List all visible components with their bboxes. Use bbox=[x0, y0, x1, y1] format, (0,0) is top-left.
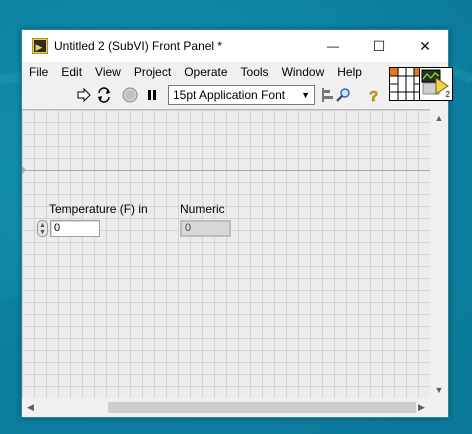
increment-decrement-button[interactable]: ▲ ▼ bbox=[37, 220, 48, 237]
menu-edit[interactable]: Edit bbox=[54, 62, 88, 82]
svg-text:?: ? bbox=[369, 88, 378, 103]
menu-project[interactable]: Project bbox=[127, 62, 177, 82]
pause-button[interactable] bbox=[144, 87, 160, 103]
numeric-indicator: 0 bbox=[180, 220, 231, 237]
temperature-numeric-control[interactable]: 0 bbox=[50, 220, 100, 237]
increment-arrow-icon: ▲ bbox=[39, 222, 46, 229]
run-button[interactable] bbox=[76, 87, 92, 103]
context-help-icon: ? bbox=[369, 88, 379, 103]
menu-file[interactable]: File bbox=[22, 62, 54, 82]
svg-text:▶: ▶ bbox=[36, 42, 43, 52]
scrollbar-corner bbox=[430, 398, 448, 417]
align-objects-icon bbox=[322, 88, 333, 102]
horizontal-scrollbar[interactable]: ◀ ▶ bbox=[22, 398, 430, 417]
menu-help[interactable]: Help bbox=[330, 62, 368, 82]
maximize-button[interactable]: ☐ bbox=[356, 30, 402, 62]
search-button[interactable] bbox=[336, 87, 352, 103]
splitter-marker-icon bbox=[22, 166, 26, 174]
toolbar: 15pt Application Font ▼ ? bbox=[22, 83, 378, 107]
menu-view[interactable]: View bbox=[88, 62, 127, 82]
close-button[interactable]: ✕ bbox=[402, 30, 448, 62]
abort-icon bbox=[122, 87, 138, 103]
labview-vi-icon: ▶ bbox=[32, 38, 48, 54]
vi-icon-editor[interactable]: 2 bbox=[419, 67, 453, 101]
decrement-arrow-icon: ▼ bbox=[39, 229, 46, 236]
menu-tools[interactable]: Tools bbox=[234, 62, 275, 82]
window-title: Untitled 2 (SubVI) Front Panel * bbox=[54, 39, 223, 53]
close-icon: ✕ bbox=[419, 37, 431, 54]
menu-window[interactable]: Window bbox=[275, 62, 331, 82]
scroll-down-icon[interactable]: ▼ bbox=[430, 381, 448, 398]
menu-bar: File Edit View Project Operate Tools Win… bbox=[22, 62, 378, 82]
front-panel-canvas[interactable]: Temperature (F) in ▲ ▼ 0 Numeric 0 bbox=[22, 109, 430, 399]
search-icon bbox=[336, 88, 350, 102]
abort-button[interactable] bbox=[122, 87, 138, 103]
control-label: Temperature (F) in bbox=[49, 202, 148, 216]
maximize-icon: ☐ bbox=[372, 37, 386, 54]
indicator-label: Numeric bbox=[180, 202, 225, 216]
scroll-left-icon[interactable]: ◀ bbox=[22, 398, 39, 417]
minimize-icon: — bbox=[327, 39, 339, 53]
horizontal-scroll-thumb[interactable] bbox=[108, 402, 416, 413]
pause-icon bbox=[148, 90, 156, 100]
scroll-right-icon[interactable]: ▶ bbox=[413, 398, 430, 417]
connector-pane[interactable] bbox=[389, 67, 423, 101]
font-select-value: 15pt Application Font bbox=[173, 88, 286, 102]
context-help-button[interactable]: ? bbox=[366, 87, 382, 103]
pane-splitter[interactable] bbox=[22, 170, 430, 171]
scroll-up-icon[interactable]: ▲ bbox=[430, 109, 448, 126]
font-select-dropdown[interactable]: 15pt Application Font ▼ bbox=[168, 85, 315, 105]
front-panel-window: ▶ Untitled 2 (SubVI) Front Panel * — ☐ ✕… bbox=[21, 29, 453, 418]
connector-pane-terminals-icon bbox=[390, 68, 422, 100]
vertical-scrollbar[interactable]: ▲ ▼ bbox=[430, 109, 448, 398]
run-continuously-icon bbox=[98, 87, 110, 103]
title-bar[interactable]: ▶ Untitled 2 (SubVI) Front Panel * — ☐ ✕ bbox=[22, 30, 448, 62]
menu-operate[interactable]: Operate bbox=[177, 62, 233, 82]
run-arrow-icon bbox=[77, 87, 91, 103]
vi-icon-badge: 2 bbox=[445, 90, 450, 99]
align-objects-button[interactable] bbox=[320, 87, 336, 103]
chevron-down-icon: ▼ bbox=[301, 90, 310, 100]
minimize-button[interactable]: — bbox=[310, 30, 356, 62]
run-continuously-button[interactable] bbox=[96, 87, 112, 103]
